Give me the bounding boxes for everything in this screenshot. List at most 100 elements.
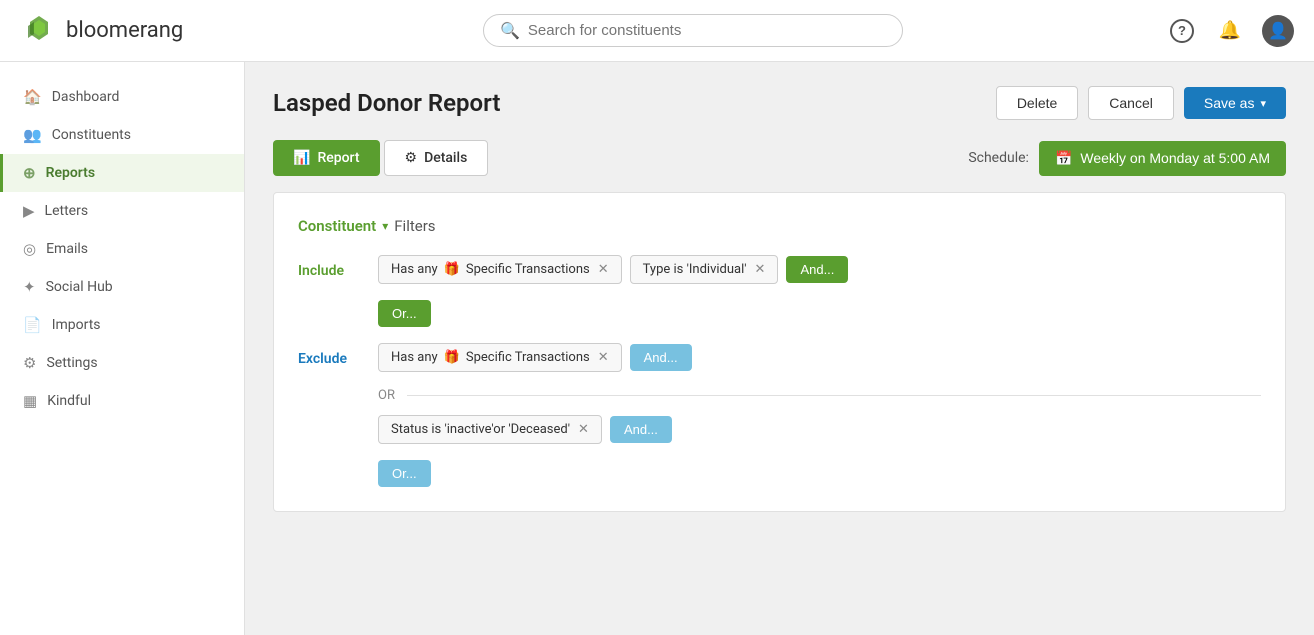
exclude-conditions-1: Has any 🎁 Specific Transactions ✕ And... (378, 343, 1261, 372)
chevron-down-icon: ▾ (382, 219, 388, 233)
filter-card: Constituent ▾ Filters Include Has any 🎁 … (273, 192, 1286, 512)
tab-bar: 📊 Report ⚙ Details Schedule: 📅 Weekly on… (273, 140, 1286, 176)
logo-area: bloomerang (20, 12, 220, 50)
sidebar-item-settings[interactable]: ⚙ Settings (0, 344, 244, 382)
include-filter-tag-2: Type is 'Individual' ✕ (630, 255, 779, 284)
exclude-and-button-2[interactable]: And... (610, 416, 672, 443)
avatar: 👤 (1262, 15, 1294, 47)
exclude-gift-icon: 🎁 (444, 350, 460, 365)
sidebar-item-label: Reports (46, 165, 96, 181)
include-filter-tag-1: Has any 🎁 Specific Transactions ✕ (378, 255, 622, 284)
user-menu-button[interactable]: 👤 (1262, 15, 1294, 47)
sidebar-item-kindful[interactable]: ▦ Kindful (0, 382, 244, 420)
home-icon: 🏠 (23, 88, 42, 106)
sidebar-item-reports[interactable]: ⊕ Reports (0, 154, 244, 192)
include-and-button[interactable]: And... (786, 256, 848, 283)
schedule-value: Weekly on Monday at 5:00 AM (1080, 150, 1270, 166)
kindful-icon: ▦ (23, 392, 37, 410)
sidebar-item-social-hub[interactable]: ✦ Social Hub (0, 268, 244, 306)
main-content: Lasped Donor Report Delete Cancel Save a… (245, 62, 1314, 635)
exclude-or-row: Or... (378, 460, 1261, 487)
sidebar-item-label: Social Hub (46, 279, 113, 295)
details-tab-label: Details (424, 150, 467, 166)
cancel-button[interactable]: Cancel (1088, 86, 1174, 120)
search-input-wrap: 🔍 (483, 14, 903, 47)
tab-details[interactable]: ⚙ Details (384, 140, 489, 176)
sidebar-item-constituents[interactable]: 👥 Constituents (0, 116, 244, 154)
sidebar-item-label: Emails (46, 241, 88, 257)
sidebar-item-dashboard[interactable]: 🏠 Dashboard (0, 78, 244, 116)
tab-report[interactable]: 📊 Report (273, 140, 380, 176)
exclude-filter-tag-1: Has any 🎁 Specific Transactions ✕ (378, 343, 622, 372)
schedule-label: Schedule: (968, 150, 1029, 166)
filter-tag-2-close[interactable]: ✕ (755, 262, 766, 277)
tabs: 📊 Report ⚙ Details (273, 140, 488, 176)
report-tab-label: Report (317, 150, 359, 166)
notifications-button[interactable]: 🔔 (1214, 15, 1246, 47)
or-text: OR (378, 388, 395, 403)
constituents-icon: 👥 (23, 126, 42, 144)
constituent-link[interactable]: Constituent (298, 217, 376, 235)
calendar-icon: 📅 (1055, 150, 1072, 167)
exclude-or-button[interactable]: Or... (378, 460, 431, 487)
reports-icon: ⊕ (23, 164, 36, 182)
search-input[interactable] (528, 22, 886, 39)
schedule-area: Schedule: 📅 Weekly on Monday at 5:00 AM (968, 141, 1286, 176)
layout: 🏠 Dashboard 👥 Constituents ⊕ Reports ▶ L… (0, 62, 1314, 635)
include-or-row: Or... (378, 300, 1261, 327)
details-tab-icon: ⚙ (405, 150, 418, 166)
page-header: Lasped Donor Report Delete Cancel Save a… (273, 86, 1286, 120)
exclude-label: Exclude (298, 343, 366, 367)
help-button[interactable]: ? (1166, 15, 1198, 47)
filter-tag-1-close[interactable]: ✕ (598, 262, 609, 277)
social-hub-icon: ✦ (23, 278, 36, 296)
letters-icon: ▶ (23, 202, 35, 220)
has-any-text: Has any (391, 262, 438, 277)
specific-transactions-text: Specific Transactions (466, 262, 590, 277)
filter-heading: Constituent ▾ Filters (298, 217, 1261, 235)
report-tab-icon: 📊 (293, 150, 310, 166)
bloomerang-logo-icon (20, 12, 58, 50)
search-icon: 🔍 (500, 21, 520, 40)
emails-icon: ◎ (23, 240, 36, 258)
bell-icon: 🔔 (1219, 20, 1241, 41)
exclude-filter-tag-2-close[interactable]: ✕ (578, 422, 589, 437)
logo-text: bloomerang (66, 18, 183, 43)
exclude-conditions-2: Status is 'inactive'or 'Deceased' ✕ And.… (378, 415, 1261, 444)
save-as-label: Save as (1204, 95, 1255, 111)
or-divider: OR (378, 388, 1261, 403)
chevron-down-icon: ▾ (1260, 97, 1266, 110)
imports-icon: 📄 (23, 316, 42, 334)
sidebar-item-emails[interactable]: ◎ Emails (0, 230, 244, 268)
exclude-specific-transactions-text: Specific Transactions (466, 350, 590, 365)
nav-icons: ? 🔔 👤 (1166, 15, 1294, 47)
include-filter-row: Include Has any 🎁 Specific Transactions … (298, 255, 1261, 284)
top-navigation: bloomerang 🔍 ? 🔔 👤 (0, 0, 1314, 62)
exclude-filter-tag-1-close[interactable]: ✕ (598, 350, 609, 365)
sidebar-item-letters[interactable]: ▶ Letters (0, 192, 244, 230)
help-icon: ? (1170, 19, 1194, 43)
gift-icon: 🎁 (444, 262, 460, 277)
exclude-filter-row-1: Exclude Has any 🎁 Specific Transactions … (298, 343, 1261, 372)
exclude-filter-tag-2: Status is 'inactive'or 'Deceased' ✕ (378, 415, 602, 444)
sidebar-item-label: Kindful (47, 393, 91, 409)
sidebar-item-label: Constituents (52, 127, 131, 143)
sidebar-item-label: Dashboard (52, 89, 120, 105)
settings-icon: ⚙ (23, 354, 36, 372)
sidebar: 🏠 Dashboard 👥 Constituents ⊕ Reports ▶ L… (0, 62, 245, 635)
include-conditions: Has any 🎁 Specific Transactions ✕ Type i… (378, 255, 1261, 284)
delete-button[interactable]: Delete (996, 86, 1078, 120)
exclude-and-button-1[interactable]: And... (630, 344, 692, 371)
include-label: Include (298, 255, 366, 279)
sidebar-item-imports[interactable]: 📄 Imports (0, 306, 244, 344)
page-title: Lasped Donor Report (273, 89, 500, 117)
header-buttons: Delete Cancel Save as ▾ (996, 86, 1286, 120)
sidebar-item-label: Letters (45, 203, 89, 219)
schedule-button[interactable]: 📅 Weekly on Monday at 5:00 AM (1039, 141, 1286, 176)
include-or-button[interactable]: Or... (378, 300, 431, 327)
filters-label: Filters (394, 217, 435, 235)
sidebar-item-label: Imports (52, 317, 101, 333)
exclude-has-any-text: Has any (391, 350, 438, 365)
save-as-button[interactable]: Save as ▾ (1184, 87, 1286, 119)
status-inactive-text: Status is 'inactive'or 'Deceased' (391, 422, 570, 437)
